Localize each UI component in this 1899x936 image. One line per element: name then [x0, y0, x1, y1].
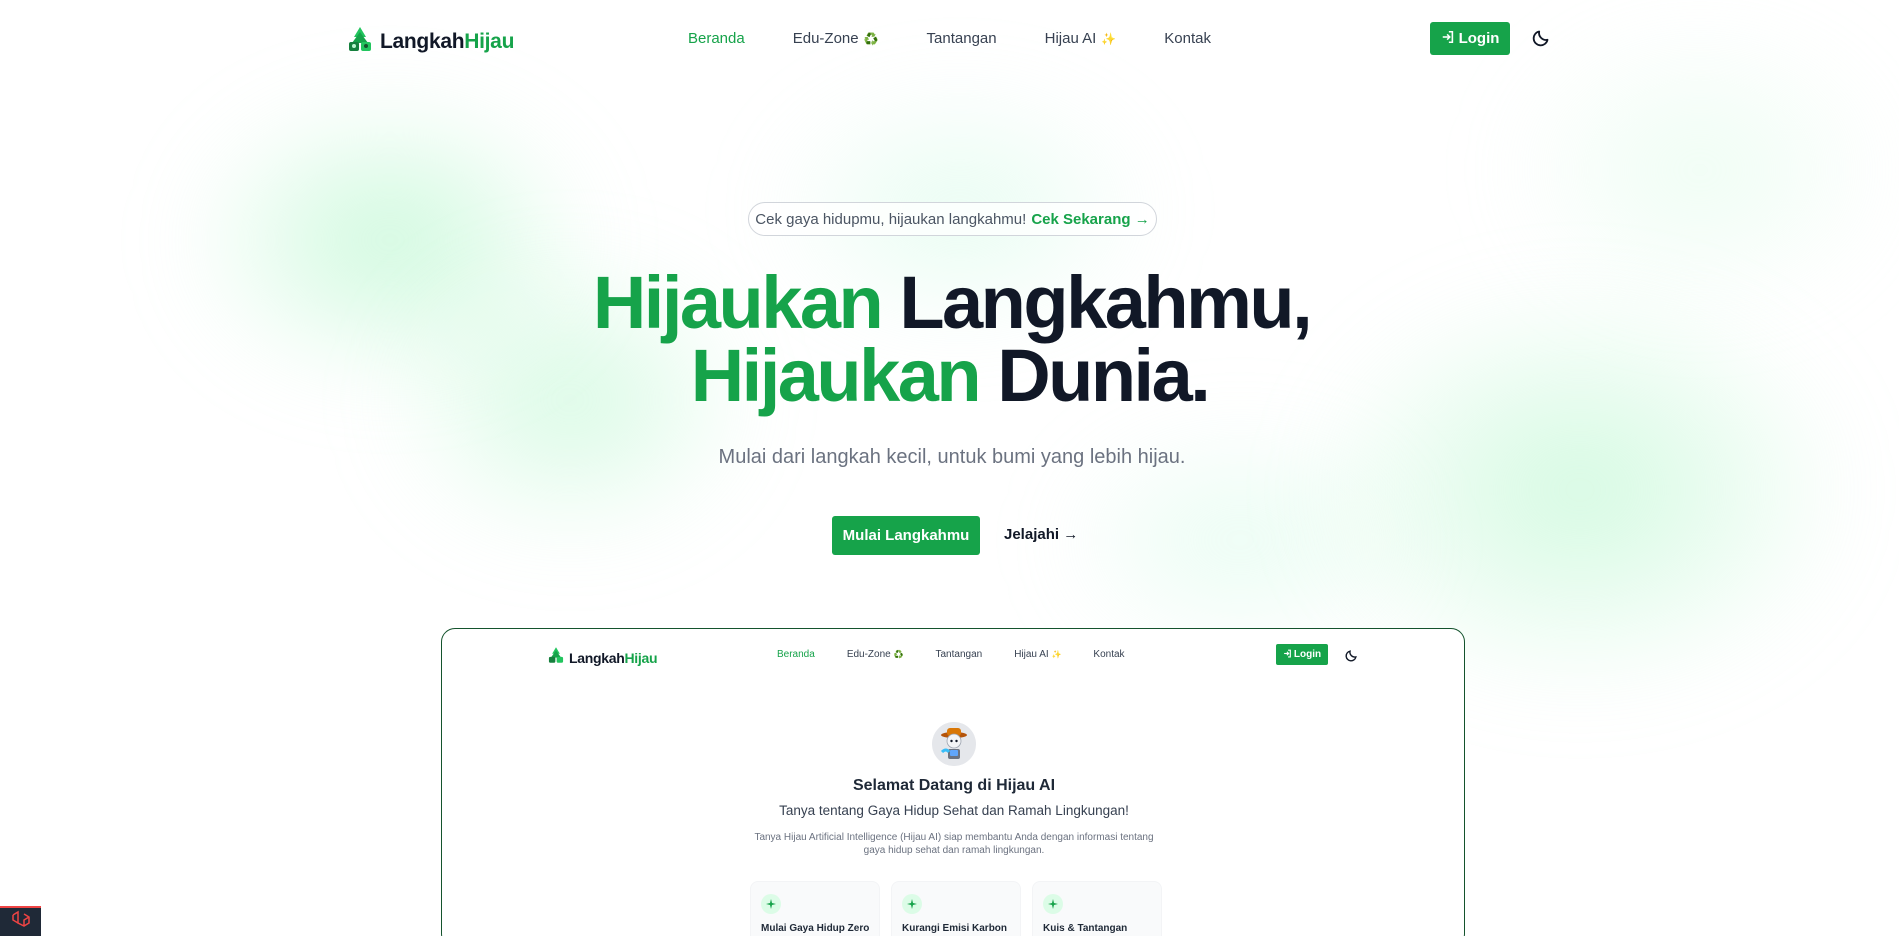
preview-nav-kontak: Kontak	[1093, 649, 1125, 660]
sparkles-icon: ✨	[1101, 31, 1117, 46]
explore-link[interactable]: Jelajahi →	[1004, 526, 1078, 543]
brand-name: LangkahHijau	[380, 29, 515, 53]
sparkles-icon: ✨	[1051, 650, 1062, 659]
preview-welcome-subtitle: Tanya tentang Gaya Hidup Sehat dan Ramah…	[779, 803, 1129, 818]
suggestion-card: Kuis & Tantangan	[1032, 881, 1162, 936]
hero-headline-line-2: Hijaukan Dunia.	[690, 334, 1211, 417]
preview-brand-logo: LangkahHijau	[547, 646, 658, 669]
tree-logo-icon	[547, 646, 565, 669]
nav-item-kontak[interactable]: Kontak	[1164, 30, 1211, 47]
hijau-ai-avatar	[932, 722, 976, 766]
preview-login-button: Login	[1276, 644, 1328, 665]
laravel-logo-icon	[10, 909, 32, 936]
preview-nav-edu-zone: Edu-Zone ♻️	[846, 649, 904, 660]
hero-headline-line-1: Hijaukan Langkahmu,	[592, 261, 1313, 344]
brand-logo-link[interactable]: LangkahHijau	[346, 25, 514, 58]
nav-item-hijau-ai[interactable]: Hijau AI ✨	[1045, 30, 1117, 47]
app-preview-frame: LangkahHijau Beranda Edu-Zone ♻️ Tantang…	[441, 628, 1465, 936]
preview-description: Tanya Hijau Artificial Intelligence (Hij…	[754, 832, 1154, 856]
recycle-icon: ♻️	[863, 31, 879, 46]
preview-nav-beranda: Beranda	[777, 649, 815, 660]
preview-nav-hijau-ai: Hijau AI ✨	[1014, 649, 1062, 660]
hero-subtitle: Mulai dari langkah kecil, untuk bumi yan…	[718, 446, 1186, 468]
nav-item-beranda[interactable]: Beranda	[688, 30, 745, 47]
preview-suggestion-cards: Mulai Gaya Hidup Zero Kurangi Emisi Karb…	[750, 881, 1162, 936]
preview-menu: Beranda Edu-Zone ♻️ Tantangan Hijau AI ✨…	[777, 649, 1125, 660]
suggestion-card: Kurangi Emisi Karbon	[891, 881, 1021, 936]
sparkle-icon	[761, 894, 781, 914]
sparkle-icon	[902, 894, 922, 914]
lifestyle-check-pill[interactable]: Cek gaya hidupmu, hijaukan langkahmu! Ce…	[748, 202, 1157, 236]
preview-nav-tantangan: Tantangan	[935, 649, 983, 660]
preview-welcome-title: Selamat Datang di Hijau AI	[852, 777, 1056, 794]
login-button[interactable]: Login	[1430, 22, 1510, 55]
nav-item-edu-zone[interactable]: Edu-Zone ♻️	[793, 30, 879, 47]
moon-icon	[1345, 648, 1359, 662]
moon-icon	[1532, 27, 1552, 52]
theme-toggle-button[interactable]	[1531, 28, 1553, 50]
top-navbar: LangkahHijau Beranda Edu-Zone ♻️ Tantanga…	[346, 22, 1552, 56]
check-now-link[interactable]: Cek Sekarang →	[1031, 211, 1149, 228]
laravel-debugbar-toggle[interactable]	[0, 906, 41, 936]
login-icon	[1283, 649, 1292, 661]
sparkle-icon	[1043, 894, 1063, 914]
recycle-icon: ♻️	[893, 650, 904, 659]
tree-logo-icon	[346, 25, 374, 58]
main-menu: Beranda Edu-Zone ♻️ Tantangan Hijau AI ✨ K…	[688, 30, 1211, 47]
login-icon	[1441, 30, 1455, 48]
start-journey-button[interactable]: Mulai Langkahmu	[832, 516, 980, 555]
nav-item-tantangan[interactable]: Tantangan	[927, 30, 997, 47]
suggestion-card: Mulai Gaya Hidup Zero	[750, 881, 880, 936]
